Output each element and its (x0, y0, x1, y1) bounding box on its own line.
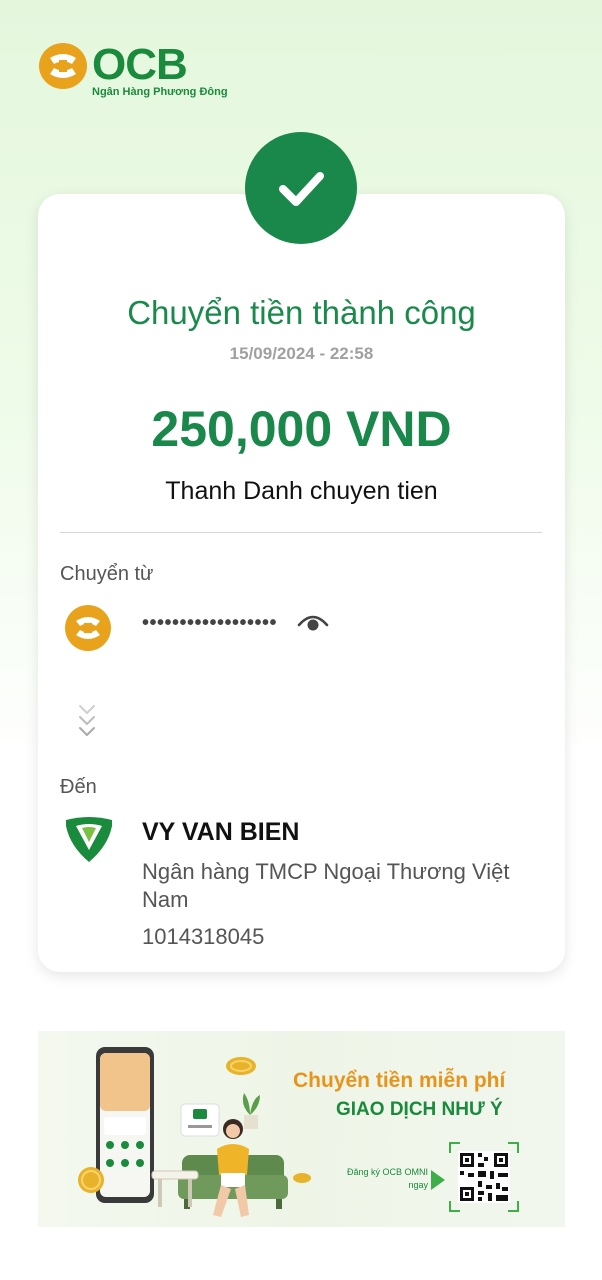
banner-cta-text[interactable]: Đăng ký OCB OMNI ngay (338, 1166, 428, 1192)
from-label: Chuyển từ (60, 563, 154, 585)
coin-icon (226, 1057, 256, 1075)
chevron-down-triple-icon (79, 705, 95, 736)
eye-icon[interactable] (296, 609, 330, 635)
table-illustration-icon (151, 1170, 199, 1207)
qr-code-icon[interactable] (448, 1141, 520, 1213)
logo-wordmark: OCB (92, 40, 188, 89)
ocb-avatar-icon (65, 605, 111, 651)
from-account-masked: •••••••••••••••••• (142, 612, 278, 634)
recipient-account: 1014318045 (142, 924, 265, 949)
check-icon (279, 172, 324, 206)
promo-banner[interactable]: Chuyển tiền miễn phí GIAO DỊCH NHƯ Ý Đăn… (38, 1031, 565, 1227)
recipient-bank: Ngân hàng TMCP Ngoại Thương Việt Nam (142, 859, 510, 912)
banner-subheadline: GIAO DỊCH NHƯ Ý (336, 1099, 503, 1120)
coin-icon (293, 1173, 311, 1183)
vietcombank-logo-icon (66, 817, 112, 862)
ocb-logo: OCB Ngân Hàng Phương Đông (38, 40, 228, 102)
receipt-datetime: 15/09/2024 - 22:58 (229, 344, 374, 363)
banner-headline: Chuyển tiền miễn phí (293, 1069, 506, 1092)
arrow-right-icon (431, 1170, 445, 1190)
coin-icon (78, 1167, 104, 1193)
logo-tagline: Ngân Hàng Phương Đông (92, 86, 228, 98)
person-illustration-icon (213, 1119, 249, 1217)
transfer-amount: 250,000 VND (151, 401, 452, 457)
receipt-card: Chuyển tiền thành công 15/09/2024 - 22:5… (38, 194, 565, 972)
recipient-name: VY VAN BIEN (142, 818, 300, 846)
to-label: Đến (60, 776, 97, 798)
transfer-memo: Thanh Danh chuyen tien (165, 477, 438, 505)
ocb-logo-mark-icon (39, 43, 87, 89)
success-badge (245, 132, 357, 244)
divider (60, 532, 542, 533)
receipt-title: Chuyển tiền thành công (127, 294, 476, 331)
